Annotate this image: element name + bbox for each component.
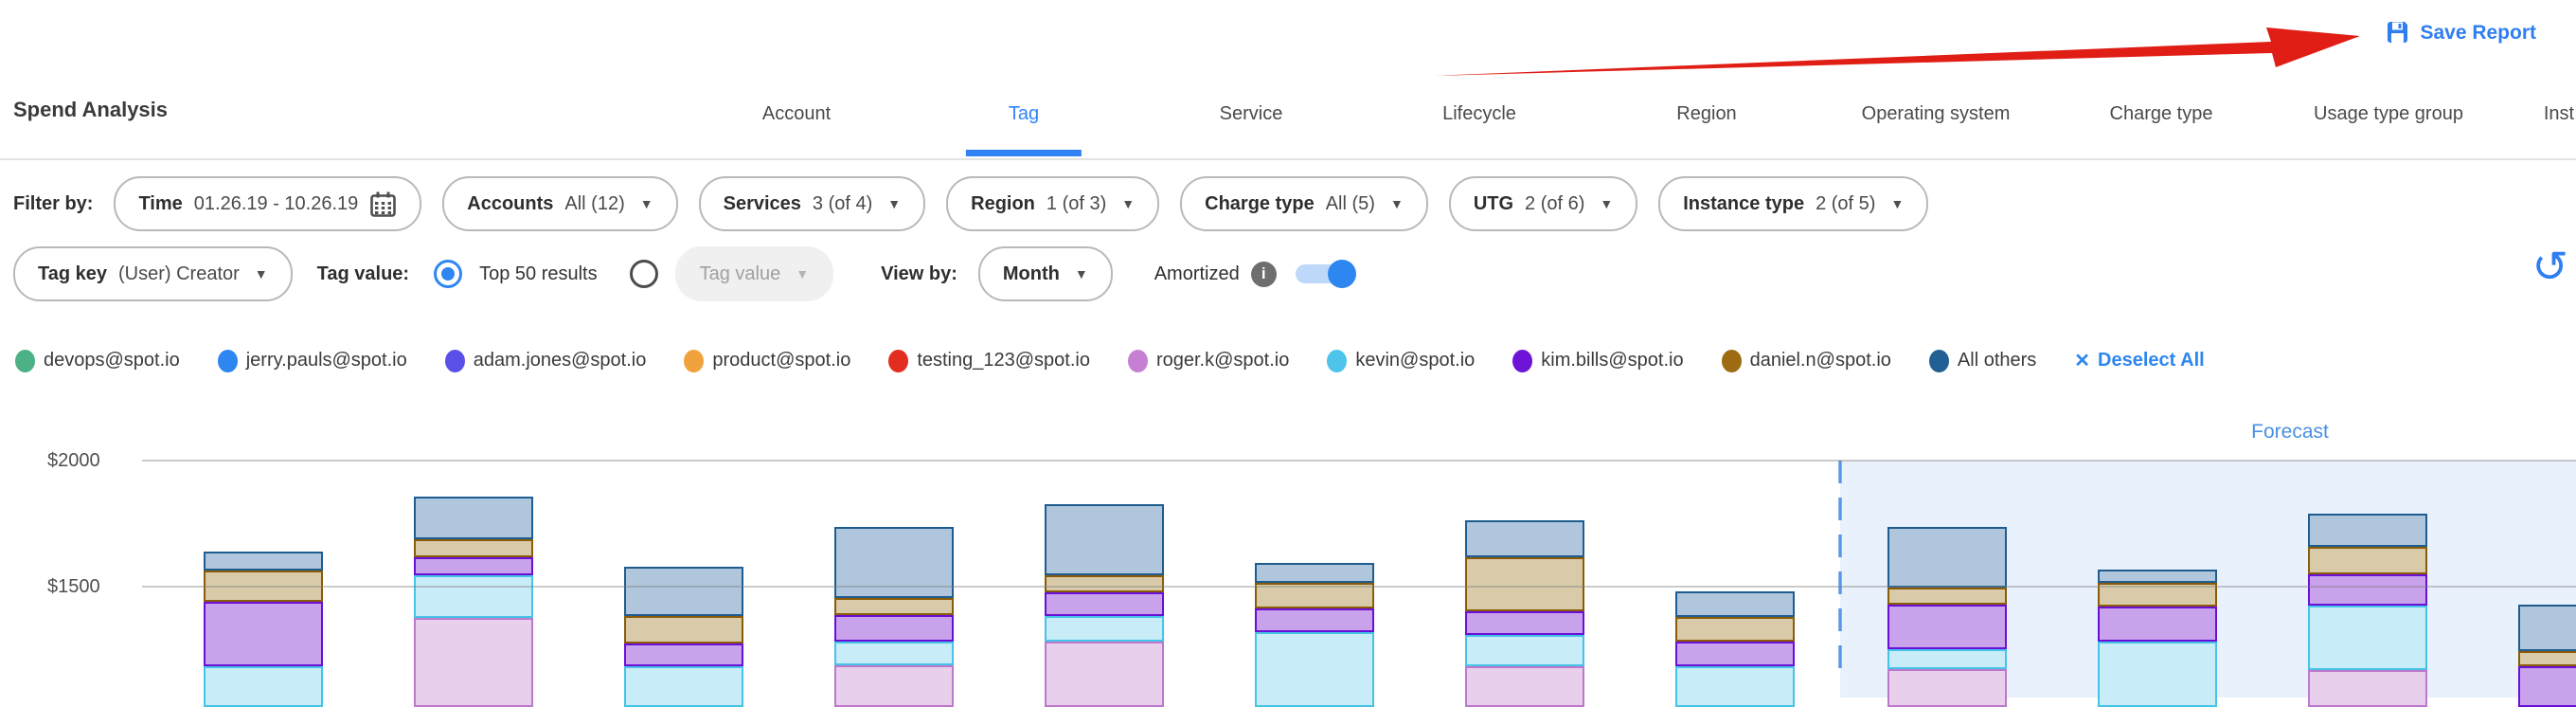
bar-3-segment-kim[interactable] xyxy=(624,644,743,666)
page-title: Spend Analysis xyxy=(13,98,168,122)
bar-12-segment-daniel[interactable] xyxy=(2518,651,2576,666)
floppy-disk-icon xyxy=(2385,20,2410,45)
tab-inst[interactable]: Inst xyxy=(2544,95,2574,156)
bar-11-segment-roger[interactable] xyxy=(2308,670,2427,707)
bar-9-segment-daniel[interactable] xyxy=(1887,588,2007,605)
bar-8-segment-daniel[interactable] xyxy=(1675,617,1795,642)
bar-5-segment-kim[interactable] xyxy=(1045,592,1164,616)
tab-region[interactable]: Region xyxy=(1676,95,1736,156)
bar-5-segment-kevin[interactable] xyxy=(1045,616,1164,642)
bar-7-segment-roger[interactable] xyxy=(1465,666,1584,707)
tab-usage-type-group[interactable]: Usage type group xyxy=(2314,95,2463,156)
bar-7-segment-daniel[interactable] xyxy=(1465,557,1584,611)
bar-4-segment-roger[interactable] xyxy=(834,665,954,707)
bar-6-segment-kevin[interactable] xyxy=(1255,632,1374,707)
gridline xyxy=(142,586,2576,588)
tab-account[interactable]: Account xyxy=(762,95,831,156)
bar-4-segment-kevin[interactable] xyxy=(834,642,954,665)
bar-12-segment-kim[interactable] xyxy=(2518,666,2576,707)
bar-2-segment-roger[interactable] xyxy=(414,618,533,707)
y-axis-tick-label: $1500 xyxy=(47,576,114,598)
bar-8-segment-kim[interactable] xyxy=(1675,642,1795,666)
forecast-divider-line xyxy=(1838,461,1846,679)
bar-7-segment-kevin[interactable] xyxy=(1465,635,1584,666)
save-report-label: Save Report xyxy=(2420,22,2536,45)
bar-10-segment-all_others[interactable] xyxy=(2098,570,2217,583)
bar-4-segment-kim[interactable] xyxy=(834,615,954,642)
y-axis-tick-label: $2000 xyxy=(47,450,114,472)
bar-7-segment-all_others[interactable] xyxy=(1465,520,1584,557)
bar-5-segment-roger[interactable] xyxy=(1045,642,1164,707)
tab-operating-system[interactable]: Operating system xyxy=(1862,95,2011,156)
bar-9-segment-all_others[interactable] xyxy=(1887,527,2007,588)
bar-2-segment-daniel[interactable] xyxy=(414,539,533,557)
bar-5-segment-all_others[interactable] xyxy=(1045,504,1164,575)
bar-1-segment-kevin[interactable] xyxy=(204,666,323,707)
bar-6-segment-kim[interactable] xyxy=(1255,608,1374,632)
tab-lifecycle[interactable]: Lifecycle xyxy=(1442,95,1516,156)
bar-1-segment-all_others[interactable] xyxy=(204,552,323,571)
bar-2-segment-all_others[interactable] xyxy=(414,497,533,539)
gridline xyxy=(142,460,2576,462)
bar-11-segment-daniel[interactable] xyxy=(2308,547,2427,574)
bar-11-segment-kevin[interactable] xyxy=(2308,606,2427,670)
bar-1-segment-kim[interactable] xyxy=(204,602,323,666)
bar-5-segment-daniel[interactable] xyxy=(1045,575,1164,592)
bar-7-segment-kim[interactable] xyxy=(1465,611,1584,635)
bar-10-segment-kim[interactable] xyxy=(2098,607,2217,642)
bar-3-segment-kevin[interactable] xyxy=(624,666,743,707)
bar-2-segment-kim[interactable] xyxy=(414,557,533,575)
top-header: Spend Analysis Account Tag Service Lifecycl… xyxy=(0,0,2576,160)
tab-charge-type[interactable]: Charge type xyxy=(2110,95,2213,156)
bar-8-segment-kevin[interactable] xyxy=(1675,666,1795,707)
bar-3-segment-all_others[interactable] xyxy=(624,567,743,616)
bar-4-segment-daniel[interactable] xyxy=(834,598,954,615)
bar-8-segment-all_others[interactable] xyxy=(1675,591,1795,617)
bar-2-segment-kevin[interactable] xyxy=(414,575,533,618)
forecast-label: Forecast xyxy=(2214,421,2366,444)
tab-service[interactable]: Service xyxy=(1220,95,1283,156)
bar-11-segment-all_others[interactable] xyxy=(2308,514,2427,547)
save-report-button[interactable]: Save Report xyxy=(2379,19,2542,46)
bar-12-segment-all_others[interactable] xyxy=(2518,605,2576,651)
bar-10-segment-kevin[interactable] xyxy=(2098,642,2217,707)
tab-tag[interactable]: Tag xyxy=(1009,95,1039,156)
bar-9-segment-roger[interactable] xyxy=(1887,669,2007,707)
bar-3-segment-daniel[interactable] xyxy=(624,616,743,644)
bar-9-segment-kim[interactable] xyxy=(1887,605,2007,649)
bar-6-segment-all_others[interactable] xyxy=(1255,563,1374,583)
bar-9-segment-kevin[interactable] xyxy=(1887,649,2007,669)
bar-11-segment-kim[interactable] xyxy=(2308,574,2427,606)
